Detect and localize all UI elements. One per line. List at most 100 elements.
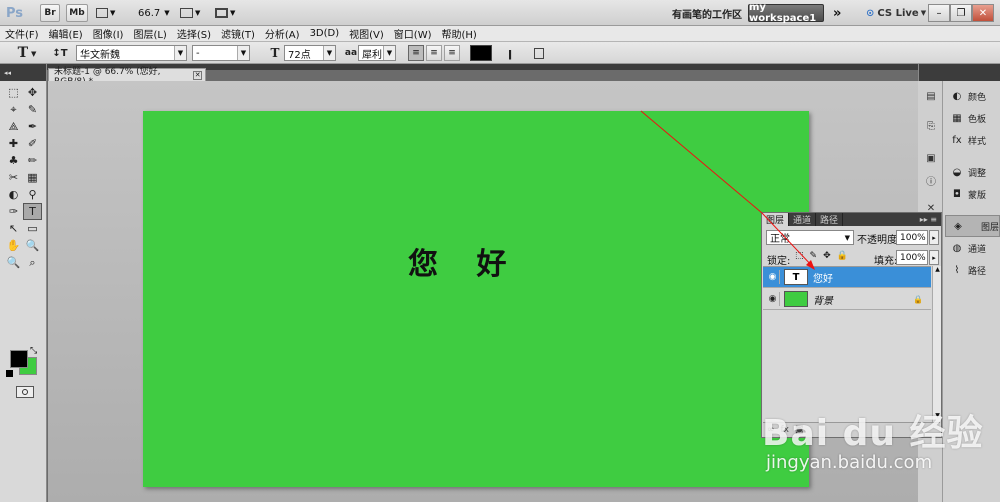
layer-row-text[interactable]: ◉ T 您好 xyxy=(763,267,931,288)
bridge-button[interactable]: Br xyxy=(40,4,60,22)
cs-live-button[interactable]: ⊙ CS Live ▼ xyxy=(866,4,926,22)
history-icon[interactable]: ▤ xyxy=(921,87,941,105)
tool-button[interactable]: ◐ xyxy=(4,186,23,203)
menu-item[interactable]: 图像(I) xyxy=(88,26,129,41)
close-button[interactable]: ✕ xyxy=(972,4,994,22)
arrange-documents-button[interactable]: ▼ xyxy=(180,4,204,22)
link-layers-icon[interactable]: ∞ xyxy=(767,425,775,435)
document-tab[interactable]: 未标题-1 @ 66.7% (您好, RGB/8) * ✕ xyxy=(48,67,206,87)
menu-item[interactable]: 帮助(H) xyxy=(437,26,482,41)
tool-button[interactable]: ✚ xyxy=(4,135,23,152)
toggle-text-orientation-icon[interactable]: ↕T xyxy=(52,45,68,61)
align-left-button[interactable]: ≡ xyxy=(408,45,424,61)
font-style-select[interactable]: - ▼ xyxy=(192,45,250,61)
navigator-icon[interactable]: ▣ xyxy=(921,149,941,167)
my-workspace-button[interactable]: my workspace1 xyxy=(748,2,824,24)
quick-mask-button[interactable] xyxy=(16,386,34,398)
dock-panel-adjustments[interactable]: ◒ 调整 xyxy=(945,161,1000,183)
tool-button[interactable]: ▦ xyxy=(23,169,42,186)
menu-item[interactable]: 窗口(W) xyxy=(389,26,437,41)
lock-image-icon[interactable]: ✎ xyxy=(810,251,818,261)
tab-channels[interactable]: 通道 xyxy=(789,213,817,226)
opacity-slider-button[interactable]: ▸ xyxy=(929,230,939,245)
tool-button[interactable]: ⬚ xyxy=(4,84,23,101)
tool-button[interactable]: ✒ xyxy=(23,118,42,135)
antialias-select[interactable]: 犀利 ▼ xyxy=(358,45,396,61)
dock-panel-masks[interactable]: ◘ 蒙版 xyxy=(945,183,1000,205)
menu-item[interactable]: 滤镜(T) xyxy=(216,26,260,41)
tool-button[interactable]: ⟁ xyxy=(4,118,23,135)
maximize-button[interactable]: ❐ xyxy=(950,4,972,22)
visibility-eye-icon[interactable]: ◉ xyxy=(766,292,780,306)
tool-button[interactable]: ⌕ xyxy=(23,254,42,271)
scroll-up-icon[interactable]: ▲ xyxy=(933,266,942,276)
swap-colors-icon[interactable]: ⤡ xyxy=(30,346,37,356)
dock-panel-color[interactable]: ◐ 颜色 xyxy=(945,85,1000,107)
dock-panel-paths[interactable]: ⌇ 路径 xyxy=(945,259,1000,281)
tool-button[interactable]: ✐ xyxy=(23,135,42,152)
close-icon[interactable]: ✕ xyxy=(193,70,202,80)
view-extras-button[interactable]: ▼ xyxy=(96,4,120,22)
tool-preset-picker[interactable]: T ▼ xyxy=(14,45,40,61)
font-family-select[interactable]: 华文新魏 ▼ xyxy=(76,45,187,61)
panel-menu-icon[interactable]: ▸▸ ≡ xyxy=(920,213,941,226)
dock-panel-swatches[interactable]: ▦ 色板 xyxy=(945,107,1000,129)
menu-item[interactable]: 图层(L) xyxy=(128,26,171,41)
dock-panel-layers[interactable]: ◈ 图层 xyxy=(945,215,1000,237)
layer-name[interactable]: 您好 xyxy=(813,270,833,285)
menu-item[interactable]: 选择(S) xyxy=(172,26,216,41)
opacity-input[interactable]: 100% xyxy=(896,230,928,245)
fill-input[interactable]: 100% xyxy=(896,250,928,265)
tool-button[interactable]: T xyxy=(23,203,42,220)
blend-mode-select[interactable]: 正常 ▼ xyxy=(766,230,854,245)
align-center-button[interactable]: ≡ xyxy=(426,45,442,61)
layer-name[interactable]: 背景 xyxy=(813,292,833,307)
dock-panel-styles[interactable]: fx 样式 xyxy=(945,129,1000,151)
tool-button[interactable]: ▭ xyxy=(23,220,42,237)
character-panel-button[interactable] xyxy=(532,45,546,61)
tool-button[interactable]: ✥ xyxy=(23,84,42,101)
align-right-button[interactable]: ≡ xyxy=(444,45,460,61)
canvas-text-layer[interactable]: 您 好 xyxy=(408,239,520,283)
layer-list-scrollbar[interactable]: ▲ ▼ xyxy=(932,266,941,422)
canvas[interactable]: 您 好 xyxy=(143,111,809,487)
more-workspaces-button[interactable]: » xyxy=(833,4,841,22)
minimize-button[interactable]: – xyxy=(928,4,950,22)
tool-button[interactable]: ✎ xyxy=(23,101,42,118)
lock-position-icon[interactable]: ✥ xyxy=(823,251,831,261)
actions-icon[interactable]: ⎘ xyxy=(921,117,941,135)
visibility-eye-icon[interactable]: ◉ xyxy=(766,270,780,284)
warp-text-icon[interactable]: ꞁ xyxy=(502,45,518,61)
screen-mode-button[interactable]: ▼ xyxy=(215,4,239,22)
menu-item[interactable]: 视图(V) xyxy=(344,26,389,41)
scroll-down-icon[interactable]: ▼ xyxy=(933,412,942,422)
menu-item[interactable]: 文件(F) xyxy=(0,26,44,41)
tool-button[interactable]: ✂ xyxy=(4,169,23,186)
lock-transparent-icon[interactable]: ⬚ xyxy=(795,251,804,261)
layer-row-background[interactable]: ◉ 背景 🔒 xyxy=(763,289,931,310)
tool-button[interactable]: ✏ xyxy=(23,152,42,169)
menu-item[interactable]: 3D(D) xyxy=(305,28,345,39)
info-icon[interactable]: ⓘ xyxy=(921,171,941,189)
layer-style-icon[interactable]: fx xyxy=(781,425,790,435)
lock-all-icon[interactable]: 🔒 xyxy=(837,251,848,261)
tool-button[interactable]: ♣ xyxy=(4,152,23,169)
tab-layers[interactable]: 图层 xyxy=(762,213,790,226)
foreground-color-swatch[interactable] xyxy=(10,350,28,368)
default-colors-icon[interactable] xyxy=(6,370,13,377)
dock-panel-channels[interactable]: ◍ 通道 xyxy=(945,237,1000,259)
collapse-panel-icon[interactable]: ◂◂ xyxy=(0,64,46,81)
tool-button[interactable]: ✑ xyxy=(4,203,23,220)
tool-button[interactable]: ↖ xyxy=(4,220,23,237)
tool-button[interactable]: 🔍 xyxy=(4,254,23,271)
workspace-active-label[interactable]: 有画笔的工作区 xyxy=(672,4,742,22)
tool-button[interactable]: ✋ xyxy=(4,237,23,254)
add-mask-icon[interactable]: ◙ xyxy=(795,425,804,435)
font-size-select[interactable]: 72点 ▼ xyxy=(284,45,336,61)
zoom-level-dropdown[interactable]: 66.7 ▼ xyxy=(138,4,178,22)
tab-paths[interactable]: 路径 xyxy=(816,213,844,226)
tool-button[interactable]: ⚲ xyxy=(23,186,42,203)
mini-bridge-button[interactable]: Mb xyxy=(66,4,88,22)
fill-slider-button[interactable]: ▸ xyxy=(929,250,939,265)
tool-button[interactable]: ⌖ xyxy=(4,101,23,118)
